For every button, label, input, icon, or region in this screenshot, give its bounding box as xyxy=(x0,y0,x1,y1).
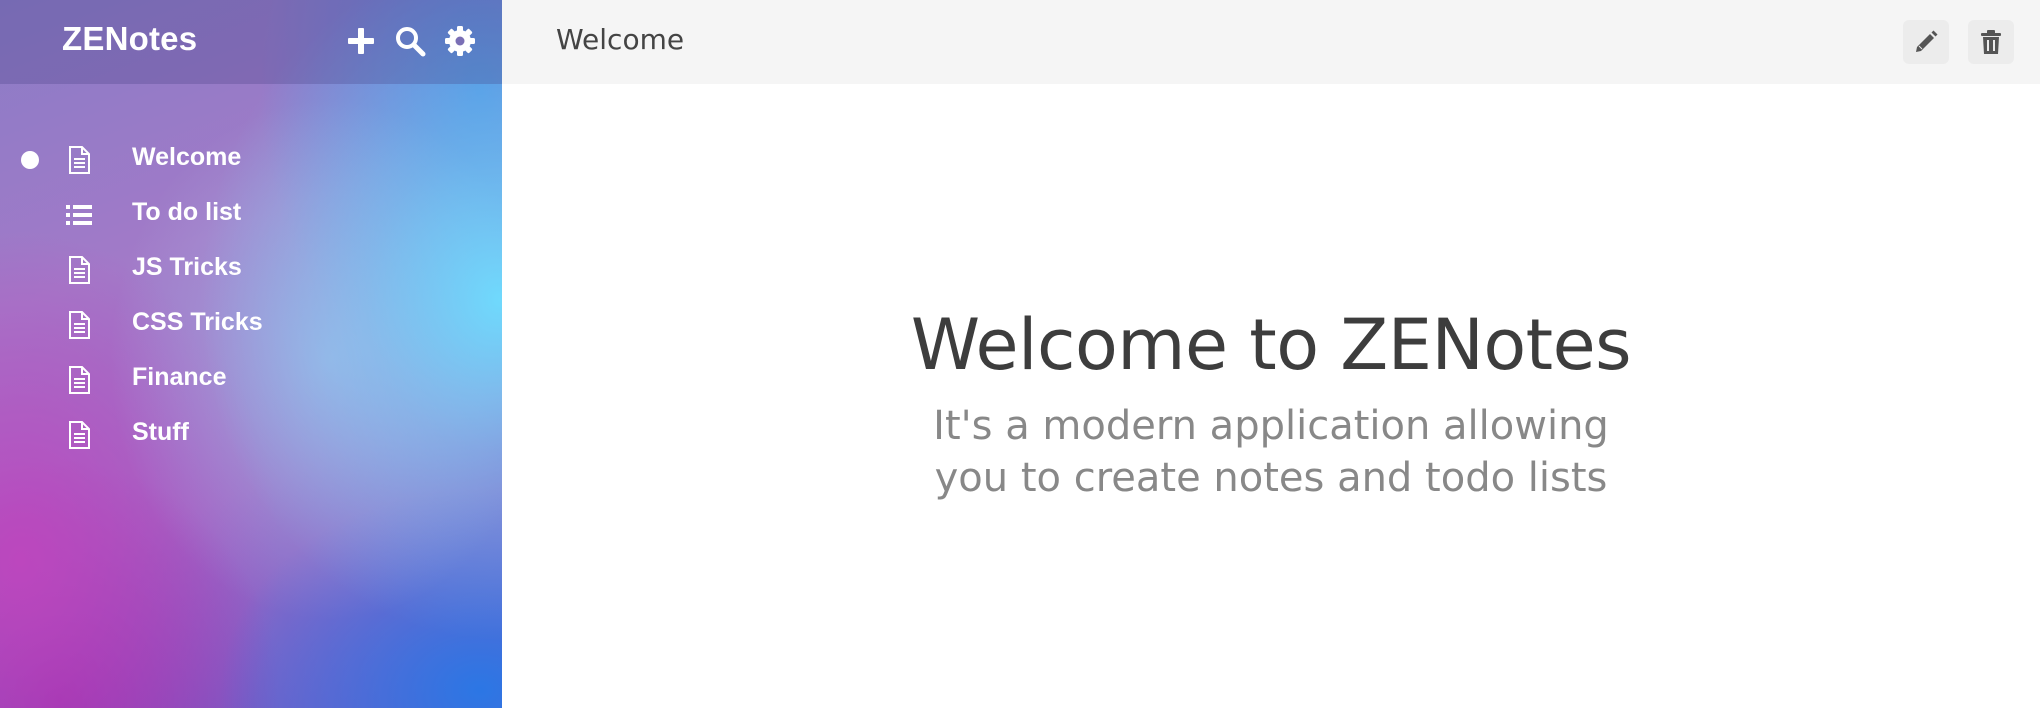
sidebar-item-welcome[interactable]: Welcome xyxy=(0,132,502,187)
welcome-subheading: It's a modern application allowing you t… xyxy=(933,403,1609,501)
trash-icon xyxy=(1981,30,2001,54)
sidebar-item-label: Stuff xyxy=(132,418,189,446)
sidebar: ZENotes Welcome To do list JS Tricks CSS… xyxy=(0,0,502,708)
sidebar-item-label: Welcome xyxy=(132,143,242,171)
document-icon xyxy=(64,255,94,285)
app-window: ZENotes Welcome To do list JS Tricks CSS… xyxy=(0,0,2040,708)
document-icon xyxy=(64,420,94,450)
search-icon[interactable] xyxy=(393,24,427,58)
sidebar-item-js-tricks[interactable]: JS Tricks xyxy=(0,242,502,297)
document-icon xyxy=(64,365,94,395)
document-icon xyxy=(64,310,94,340)
main-panel: Welcome Welcome to ZENotes It's a modern… xyxy=(502,0,2040,708)
active-indicator xyxy=(21,151,39,169)
sidebar-item-stuff[interactable]: Stuff xyxy=(0,407,502,462)
welcome-heading: Welcome to ZENotes xyxy=(910,304,1632,386)
sidebar-header: ZENotes xyxy=(0,0,502,84)
plus-icon[interactable] xyxy=(344,24,378,58)
sidebar-item-label: To do list xyxy=(132,198,242,226)
delete-button[interactable] xyxy=(1968,20,2014,64)
sidebar-item-label: JS Tricks xyxy=(132,253,242,281)
note-topbar: Welcome xyxy=(502,0,2040,84)
document-icon xyxy=(64,145,94,175)
note-title: Welcome xyxy=(556,23,685,56)
edit-button[interactable] xyxy=(1903,20,1949,64)
gear-icon[interactable] xyxy=(443,24,477,58)
sidebar-item-to-do-list[interactable]: To do list xyxy=(0,187,502,242)
sidebar-item-label: Finance xyxy=(132,363,227,391)
sidebar-item-label: CSS Tricks xyxy=(132,308,263,336)
notes-list: Welcome To do list JS Tricks CSS Tricks … xyxy=(0,132,502,462)
sidebar-item-finance[interactable]: Finance xyxy=(0,352,502,407)
sidebar-item-css-tricks[interactable]: CSS Tricks xyxy=(0,297,502,352)
pencil-icon xyxy=(1916,30,1938,52)
list-icon xyxy=(64,200,94,230)
app-name: ZENotes xyxy=(62,20,198,57)
note-content: Welcome to ZENotes It's a modern applica… xyxy=(502,302,2040,504)
